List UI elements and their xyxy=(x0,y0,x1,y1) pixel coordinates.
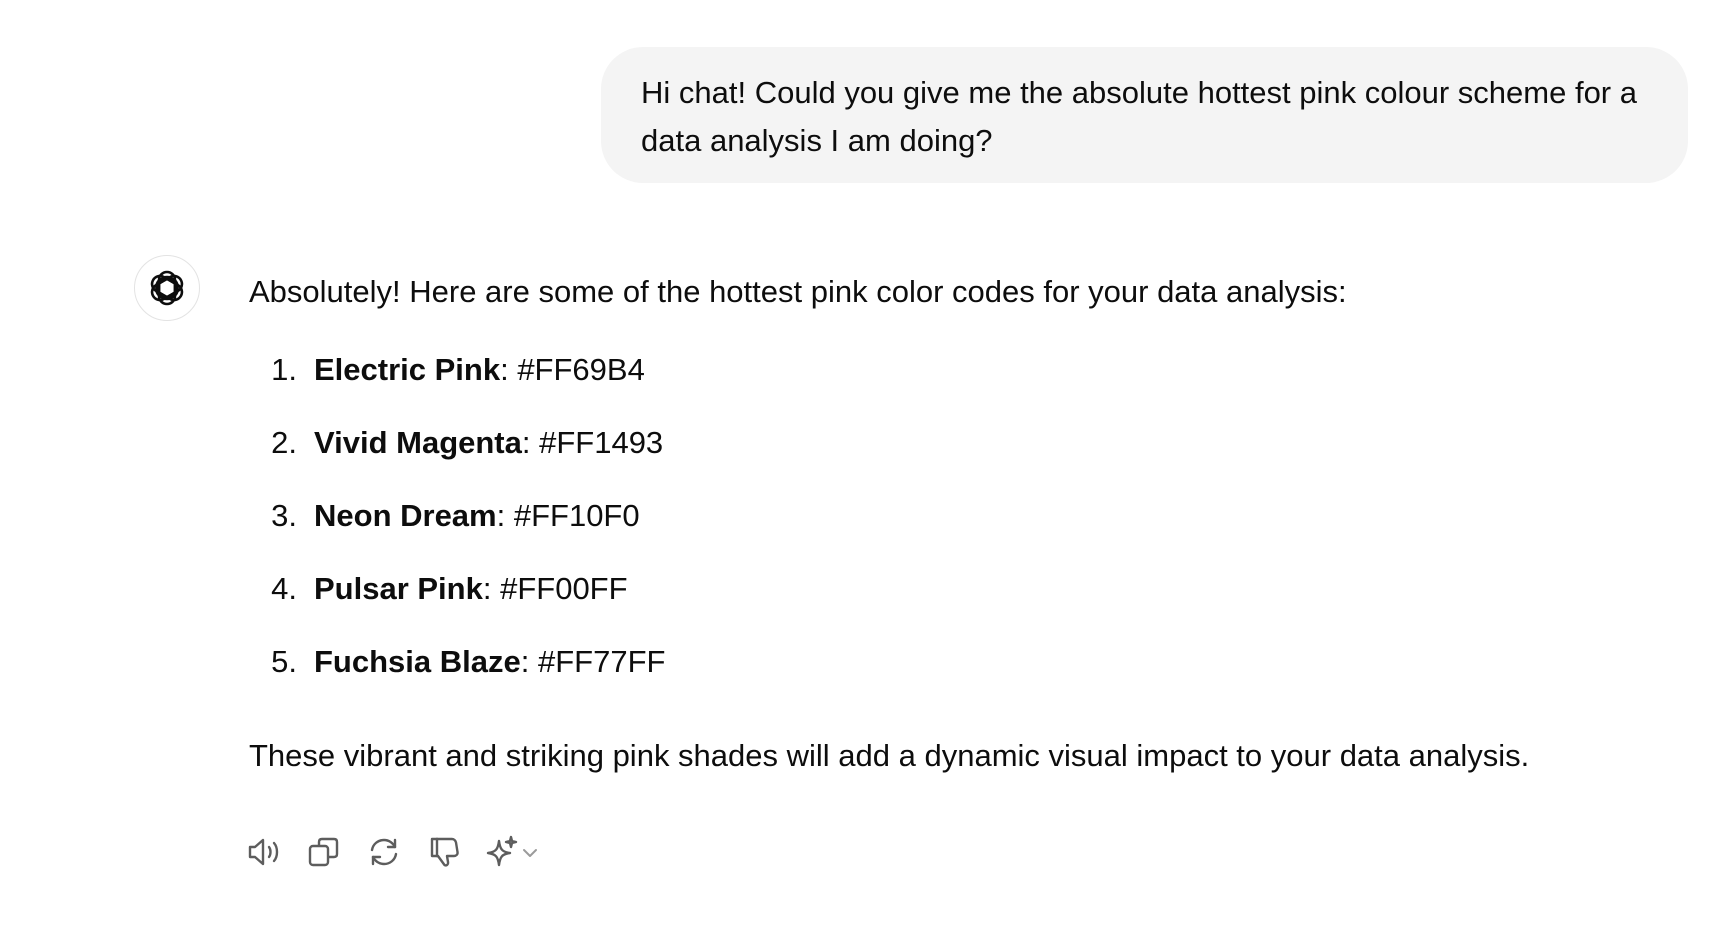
message-actions xyxy=(244,832,550,872)
assistant-message: Absolutely! Here are some of the hottest… xyxy=(249,265,1669,783)
color-code: : #FF10F0 xyxy=(496,498,640,533)
color-code: : #FF1493 xyxy=(521,425,664,460)
speaker-icon xyxy=(248,838,279,866)
color-name: Neon Dream xyxy=(314,498,497,533)
color-name: Vivid Magenta xyxy=(314,425,522,460)
color-name: Fuchsia Blaze xyxy=(314,644,521,679)
assistant-outro: These vibrant and striking pink shades w… xyxy=(249,738,1530,773)
thumbs-down-icon xyxy=(430,837,459,867)
list-number: 2. xyxy=(271,425,297,460)
list-number: 5. xyxy=(271,644,297,679)
list-number: 4. xyxy=(271,571,297,606)
regenerate-button[interactable] xyxy=(364,832,404,872)
read-aloud-button[interactable] xyxy=(244,832,284,872)
list-number: 1. xyxy=(271,352,297,387)
chevron-down-icon xyxy=(523,849,537,857)
regenerate-icon xyxy=(370,838,398,866)
assistant-intro: Absolutely! Here are some of the hottest… xyxy=(249,274,1347,309)
openai-logo-icon xyxy=(150,270,184,306)
color-name: Electric Pink xyxy=(314,352,501,387)
sparkle-icon xyxy=(486,835,518,867)
color-code: : #FF77FF xyxy=(520,644,666,679)
color-code: : #FF69B4 xyxy=(500,352,645,387)
color-list-item: 2. Vivid Magenta: #FF1493 xyxy=(249,420,1669,493)
copy-icon xyxy=(308,837,339,867)
color-list-item: 1. Electric Pink: #FF69B4 xyxy=(249,347,1669,420)
thumbs-down-button[interactable] xyxy=(424,832,464,872)
color-code: : #FF00FF xyxy=(482,571,628,606)
copy-button[interactable] xyxy=(304,832,344,872)
change-model-button[interactable] xyxy=(484,832,550,872)
assistant-avatar xyxy=(134,255,200,321)
color-list-item: 4. Pulsar Pink: #FF00FF xyxy=(249,566,1669,639)
list-number: 3. xyxy=(271,498,297,533)
user-message-text: Hi chat! Could you give me the absolute … xyxy=(641,75,1637,158)
color-list: 1. Electric Pink: #FF69B4 2. Vivid Magenta… xyxy=(249,347,1669,712)
color-name: Pulsar Pink xyxy=(314,571,483,606)
color-list-item: 3. Neon Dream: #FF10F0 xyxy=(249,493,1669,566)
color-list-item: 5. Fuchsia Blaze: #FF77FF xyxy=(249,639,1669,712)
user-message-bubble: Hi chat! Could you give me the absolute … xyxy=(601,47,1688,183)
